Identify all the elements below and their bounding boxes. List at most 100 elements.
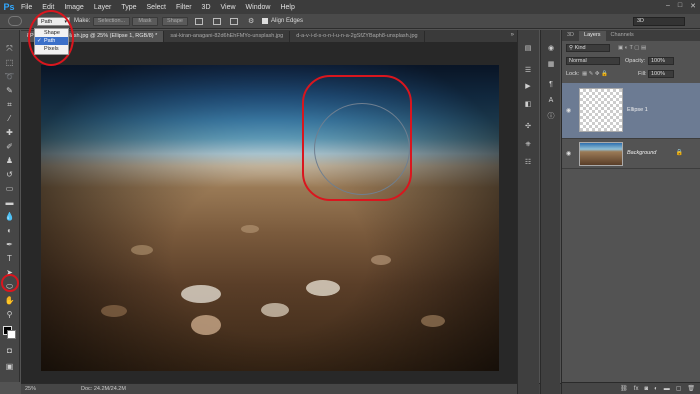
dropdown-item-path[interactable]: ✓ Path [35,37,68,45]
beach-photo [41,65,499,371]
kind-label: Kind [574,45,586,51]
lock-label: Lock: [566,71,580,77]
layer-row-background[interactable]: ◉ Background 🔒 [562,139,700,169]
toolbox: ⤧ ⬚ ➰ ✎ ⌗ ⁄ ✚ ✐ ♟ ↺ ▭ ▬ 💧 ◐ ✒ T ➤ ⬭ ✋ ⚲ … [0,30,20,382]
minimize-button[interactable]: – [666,2,670,10]
adjustment-icon[interactable]: ◐ [654,386,658,392]
color-panel-icon[interactable]: ◉ [546,44,556,53]
lasso-tool-icon[interactable]: ➰ [4,72,15,81]
make-label: Make: [74,18,91,24]
menu-help[interactable]: Help [275,4,299,11]
swatches-icon[interactable]: ◧ [523,100,533,109]
character-icon[interactable]: A [546,96,556,105]
clone-source-icon[interactable]: ⎈ [523,140,533,149]
fill-input[interactable]: 100% [648,70,674,78]
menu-3d[interactable]: 3D [197,4,216,11]
tab-3d[interactable]: 3D [562,31,579,41]
photoshop-logo: Ps [3,2,15,12]
canvas-area[interactable] [21,42,517,383]
stamp-tool-icon[interactable]: ♟ [4,156,15,165]
eye-icon[interactable]: ◉ [566,150,571,157]
pen-tool-icon[interactable]: ✒ [4,240,15,249]
check-icon: ✓ [37,38,42,44]
align-edges-checkbox[interactable] [262,18,268,24]
background-color-swatch[interactable] [7,330,16,339]
path-arrangement-icon[interactable] [230,18,238,25]
path-operations-icon[interactable] [195,18,203,25]
shell [181,285,221,303]
history-icon[interactable]: ▤ [523,44,533,53]
link-icon[interactable]: ⛓ [620,385,628,392]
styles-icon[interactable]: ▦ [546,60,556,69]
properties-icon[interactable]: ☰ [523,66,533,75]
panel-dock-icons-2: ◉ ▦ ¶ A ⓘ [540,30,560,394]
layer-name[interactable]: Ellipse 1 [627,107,648,113]
mask-icon[interactable]: ◙ [644,386,648,392]
layer-name[interactable]: Background [627,150,656,156]
quick-select-tool-icon[interactable]: ✎ [4,86,15,95]
menu-image[interactable]: Image [59,4,88,11]
screen-mode-icon[interactable]: ▣ [4,362,15,371]
brush-panel-icon[interactable]: ✣ [523,122,533,131]
filter-icons[interactable]: ▣ ◐ T ▢ ▤ [618,43,646,54]
brush-tool-icon[interactable]: ✐ [4,142,15,151]
layer-row-ellipse[interactable]: ◉ Ellipse 1 [562,83,700,139]
make-mask-button[interactable]: Mask [132,17,158,26]
lock-row: Lock: ▦ ✎ ✥ 🔒 Fill: 100% [562,69,700,80]
history-brush-tool-icon[interactable]: ↺ [4,170,15,179]
paragraph-icon[interactable]: ¶ [546,80,556,89]
path-alignment-icon[interactable] [213,18,221,25]
make-selection-button[interactable]: Selection... [93,17,130,26]
document-tab[interactable]: sai-kiran-anagani-82d6hEhFMYo-unsplash.j… [164,31,291,42]
menu-select[interactable]: Select [142,4,171,11]
zoom-level[interactable]: 25% [25,384,36,394]
zoom-tool-icon[interactable]: ⚲ [4,310,15,319]
quick-mask-icon[interactable]: ◘ [4,346,15,355]
dodge-tool-icon[interactable]: ◐ [4,226,15,235]
healing-tool-icon[interactable]: ✚ [4,128,15,137]
kind-filter-select[interactable]: ⚲ Kind [566,44,610,52]
workspace-select[interactable]: 3D [633,17,685,26]
document-size[interactable]: Doc: 24.2M/24.2M [81,384,126,394]
crop-tool-icon[interactable]: ⌗ [4,100,15,109]
pebble [241,225,259,233]
menu-window[interactable]: Window [241,4,276,11]
make-shape-button[interactable]: Shape [162,17,188,26]
pebble [101,305,127,317]
gear-icon[interactable]: ⚙ [248,17,254,25]
ellipse-tool-preset-icon[interactable] [8,16,22,26]
new-layer-icon[interactable]: ▢ [676,385,682,392]
shell [306,280,340,296]
type-tool-icon[interactable]: T [4,254,15,263]
move-tool-icon[interactable]: ⤧ [4,44,15,53]
dropdown-item-shape[interactable]: Shape [35,29,68,37]
menu-layer[interactable]: Layer [89,4,117,11]
tabs-overflow-icon[interactable]: » [511,32,514,38]
maximize-button[interactable]: □ [678,2,682,10]
eyedropper-tool-icon[interactable]: ⁄ [4,114,15,123]
opacity-input[interactable]: 100% [648,57,674,65]
hand-tool-icon[interactable]: ✋ [4,296,15,305]
actions-icon[interactable]: ▶ [523,82,533,91]
info-icon[interactable]: ⓘ [546,112,556,121]
adjustments-icon[interactable]: ☷ [523,158,533,167]
gradient-tool-icon[interactable]: ▬ [4,198,15,207]
tab-channels[interactable]: Channels [606,31,639,41]
trash-icon[interactable]: 🗑 [687,385,695,392]
menu-file[interactable]: File [16,4,37,11]
menu-view[interactable]: View [216,4,241,11]
eraser-tool-icon[interactable]: ▭ [4,184,15,193]
fx-icon[interactable]: fx [634,386,639,392]
marquee-tool-icon[interactable]: ⬚ [4,58,15,67]
dropdown-item-pixels[interactable]: Pixels [35,45,68,53]
close-button[interactable]: ✕ [690,2,696,10]
menu-type[interactable]: Type [116,4,141,11]
eye-icon[interactable]: ◉ [566,107,571,114]
blend-mode-select[interactable]: Normal [566,57,620,65]
document-tab[interactable]: d-a-v-i-d-s-o-n-l-u-n-a-2gSfZYBaph8-unsp… [290,31,425,42]
lock-icons[interactable]: ▦ ✎ ✥ 🔒 [582,69,608,80]
folder-icon[interactable]: ▬ [664,386,670,392]
blur-tool-icon[interactable]: 💧 [4,212,15,221]
tab-layers[interactable]: Layers [579,31,606,41]
menu-filter[interactable]: Filter [171,4,197,11]
